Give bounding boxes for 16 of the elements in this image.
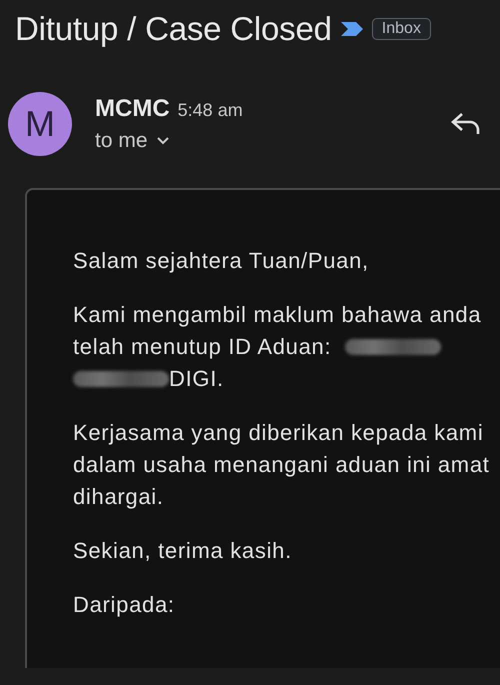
body-paragraph: Sekian, terima kasih. <box>73 537 293 565</box>
importance-marker-icon[interactable] <box>340 20 364 38</box>
recipient-text: to me <box>95 129 148 153</box>
body-text: telah menutup ID Aduan: <box>73 333 332 361</box>
reply-icon[interactable] <box>450 111 482 137</box>
body-paragraph: Salam sejahtera Tuan/Puan, <box>73 247 370 275</box>
sender-avatar: M <box>8 92 72 156</box>
sender-name: MCMC <box>95 95 170 123</box>
message-time: 5:48 am <box>178 100 243 121</box>
body-text: DIGI. <box>169 365 224 393</box>
expand-chevron-icon[interactable] <box>156 136 170 146</box>
email-subject: Ditutup / Case Closed <box>15 10 332 48</box>
body-text: Kami mengambil maklum bahawa anda <box>73 301 482 329</box>
body-paragraph: Kerjasama yang diberikan kepada kami dalam usaha menangani aduan ini amat dihargai. <box>73 419 491 511</box>
inbox-label[interactable]: Inbox <box>372 18 431 40</box>
body-paragraph: Daripada: <box>73 591 176 619</box>
